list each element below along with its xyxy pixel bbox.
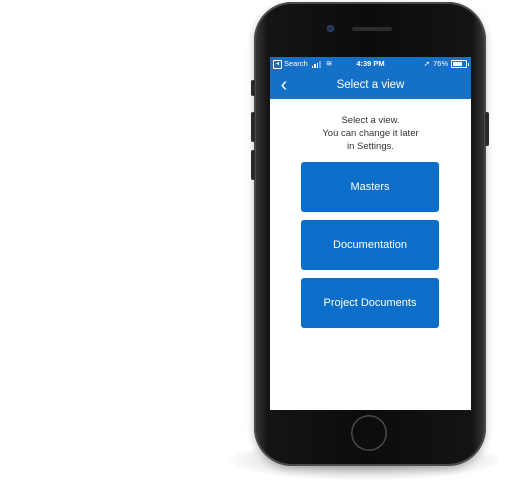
status-right: ➚ 76% bbox=[423, 57, 469, 71]
battery-percent: 76% bbox=[432, 59, 448, 68]
earpiece-speaker bbox=[352, 27, 392, 31]
view-button-masters[interactable]: Masters bbox=[301, 162, 439, 212]
silent-switch bbox=[251, 80, 255, 96]
app-screen: ◂ Search ≋ 4:39 PM ➚ 76% ‹ Select a view… bbox=[270, 57, 471, 410]
volume-down-button bbox=[251, 150, 255, 180]
instruction-line-3: in Settings. bbox=[347, 141, 394, 152]
location-icon: ➚ bbox=[423, 59, 430, 68]
view-button-project-documents[interactable]: Project Documents bbox=[301, 278, 439, 328]
instruction-line-2: You can change it later bbox=[322, 128, 419, 139]
view-button-documentation[interactable]: Documentation bbox=[301, 220, 439, 270]
power-button bbox=[485, 112, 489, 146]
front-camera bbox=[327, 25, 334, 32]
instruction-text: Select a view. You can change it later i… bbox=[270, 114, 471, 153]
instruction-line-1: Select a view. bbox=[341, 115, 400, 126]
home-button[interactable] bbox=[351, 415, 387, 451]
status-bar: ◂ Search ≋ 4:39 PM ➚ 76% bbox=[270, 57, 471, 71]
battery-icon bbox=[451, 60, 469, 68]
navigation-bar: ‹ Select a view bbox=[270, 71, 471, 99]
volume-up-button bbox=[251, 112, 255, 142]
battery-level bbox=[453, 62, 463, 66]
page-title: Select a view bbox=[336, 79, 405, 91]
